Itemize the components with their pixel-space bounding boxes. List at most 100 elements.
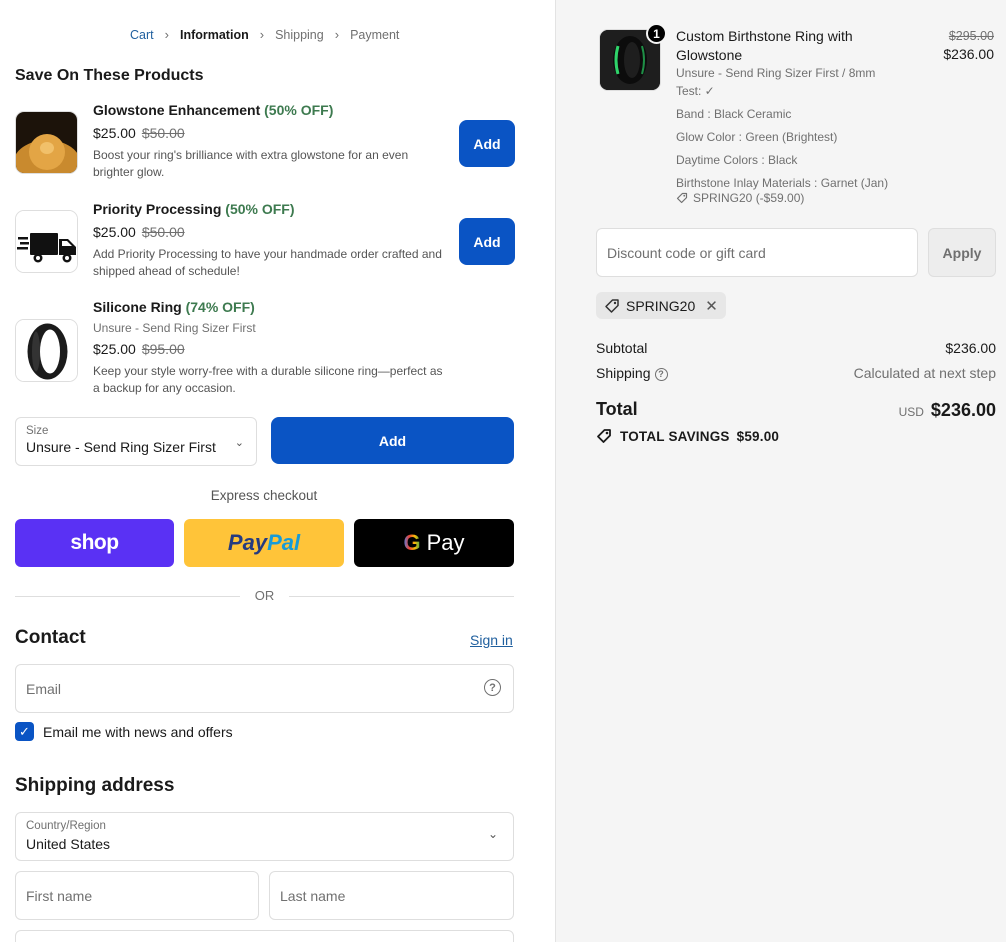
- tag-icon: [597, 429, 611, 443]
- upsell-prices: $25.00 $50.00: [93, 224, 448, 240]
- upsell-price: $25.00: [93, 341, 136, 357]
- upsell-info: Priority Processing (50% OFF) $25.00 $50.…: [93, 201, 448, 279]
- address-field[interactable]: [15, 930, 514, 942]
- checkout-main: Cart › Information › Shipping › Payment …: [0, 0, 555, 942]
- total-value: $236.00: [930, 400, 996, 420]
- upsell-description: Keep your style worry-free with a durabl…: [93, 364, 443, 395]
- add-priority-button[interactable]: Add: [459, 218, 515, 265]
- total-savings: TOTAL SAVINGS $59.00: [596, 428, 779, 444]
- breadcrumb-shipping: Shipping: [275, 27, 324, 42]
- shipping-row: Shipping? Calculated at next step: [596, 365, 996, 381]
- newsletter-label: Email me with news and offers: [43, 723, 233, 740]
- help-icon[interactable]: ?: [654, 367, 668, 381]
- chevron-down-icon: ⌄: [487, 827, 498, 841]
- paypal-logo-pay: Pay: [227, 530, 268, 555]
- total-row: Total USD $236.00: [596, 399, 996, 420]
- first-name-placeholder: First name: [26, 888, 93, 904]
- shop-pay-button[interactable]: shop: [15, 519, 174, 567]
- product-discount-text: SPRING20 (-$59.00): [693, 191, 805, 205]
- divider-line: [289, 596, 514, 597]
- google-pay-label: Pay: [426, 530, 465, 555]
- product-band: Band : Black Ceramic: [676, 107, 792, 121]
- total-amount: USD $236.00: [899, 400, 996, 421]
- product-test: Test: ✓: [676, 84, 715, 98]
- truck-icon: [15, 210, 78, 273]
- silicone-ring-image: [15, 319, 78, 382]
- chevron-down-icon: ⌄: [234, 437, 244, 449]
- shipping-address-heading: Shipping address: [15, 775, 175, 796]
- discount-code-placeholder: Discount code or gift card: [607, 245, 766, 261]
- upsell-name: Priority Processing: [93, 201, 222, 217]
- first-name-field[interactable]: First name: [15, 871, 259, 920]
- upsell-discount: (50% OFF): [225, 201, 295, 217]
- add-glowstone-button[interactable]: Add: [459, 120, 515, 167]
- product-variant: Unsure - Send Ring Sizer First / 8mm: [676, 66, 876, 80]
- upsell-item-glowstone: Glowstone Enhancement (50% OFF) $25.00 $5…: [15, 102, 515, 192]
- tag-icon: [676, 192, 688, 204]
- upsell-compare-price: $50.00: [141, 224, 185, 240]
- or-divider: OR: [15, 588, 514, 604]
- country-value: United States: [26, 836, 111, 852]
- upsell-info: Glowstone Enhancement (50% OFF) $25.00 $5…: [93, 102, 448, 180]
- product-glow: Glow Color : Green (Brightest): [676, 130, 838, 144]
- upsell-title: Priority Processing (50% OFF): [93, 201, 448, 217]
- applied-code-label: SPRING20: [626, 297, 696, 314]
- email-field[interactable]: Email ?: [15, 664, 514, 713]
- currency-code: USD: [898, 405, 924, 419]
- upsell-title: Silicone Ring (74% OFF): [93, 299, 448, 315]
- total-label: Total: [596, 399, 638, 419]
- discount-code-input[interactable]: Discount code or gift card: [596, 228, 918, 277]
- product-price: $236.00: [943, 46, 994, 62]
- upsell-info: Silicone Ring (74% OFF) Unsure - Send Ri…: [93, 299, 448, 396]
- savings-label: TOTAL SAVINGS: [620, 428, 730, 444]
- upsell-compare-price: $50.00: [141, 125, 185, 141]
- shop-pay-logo: shop: [70, 531, 119, 554]
- chevron-right-icon: ›: [259, 27, 265, 42]
- upsell-prices: $25.00 $95.00: [93, 341, 448, 357]
- applied-code-chip: SPRING20 ✕: [596, 292, 726, 319]
- product-compare-price: $295.00: [948, 29, 994, 43]
- breadcrumb-payment: Payment: [350, 27, 400, 42]
- country-select[interactable]: Country/Region United States ⌄: [15, 812, 514, 861]
- email-placeholder: Email: [26, 681, 62, 697]
- chevron-right-icon: ›: [334, 27, 340, 42]
- upsell-description: Boost your ring's brilliance with extra …: [93, 148, 409, 179]
- product-daytime: Daytime Colors : Black: [676, 153, 798, 167]
- size-value: Unsure - Send Ring Sizer First: [26, 439, 216, 455]
- shipping-value: Calculated at next step: [853, 365, 996, 381]
- add-silicone-button[interactable]: Add: [271, 417, 514, 464]
- shipping-label: Shipping: [596, 365, 651, 381]
- upsell-price: $25.00: [93, 125, 136, 141]
- help-icon[interactable]: ?: [484, 679, 501, 696]
- newsletter-checkbox[interactable]: ✓: [15, 722, 34, 741]
- size-label: Size: [26, 425, 49, 437]
- upsell-description: Add Priority Processing to have your han…: [93, 247, 442, 278]
- sign-in-link[interactable]: Sign in: [470, 632, 513, 648]
- upsell-discount: (74% OFF): [185, 299, 255, 315]
- upsell-prices: $25.00 $50.00: [93, 125, 448, 141]
- upsell-title: Glowstone Enhancement (50% OFF): [93, 102, 448, 118]
- close-icon[interactable]: ✕: [705, 297, 718, 315]
- order-summary: 1 Custom Birthstone Ring with Glowstone …: [555, 0, 1006, 942]
- newsletter-option[interactable]: ✓ Email me with news and offers: [15, 722, 233, 741]
- quantity-badge: 1: [646, 23, 667, 44]
- paypal-button[interactable]: Pay Pal: [184, 519, 344, 567]
- last-name-field[interactable]: Last name: [269, 871, 514, 920]
- paypal-logo-pal: Pal: [267, 530, 301, 555]
- upsell-name: Silicone Ring: [93, 299, 182, 315]
- breadcrumb-cart[interactable]: Cart: [130, 28, 154, 42]
- savings-value: $59.00: [736, 428, 780, 444]
- breadcrumb-information: Information: [179, 27, 249, 42]
- chevron-right-icon: ›: [164, 27, 169, 42]
- size-select[interactable]: Size Unsure - Send Ring Sizer First ⌄: [15, 417, 257, 466]
- google-pay-button[interactable]: G Pay: [354, 519, 514, 567]
- product-image: 1: [599, 23, 667, 91]
- upsell-heading: Save On These Products: [15, 67, 204, 84]
- upsell-price: $25.00: [93, 224, 136, 240]
- apply-button[interactable]: Apply: [928, 228, 996, 277]
- google-g-icon: G: [403, 530, 421, 555]
- product-discount: SPRING20 (-$59.00): [676, 191, 804, 205]
- upsell-item-silicone: Silicone Ring (74% OFF) Unsure - Send Ri…: [15, 299, 515, 409]
- product-inlay: Birthstone Inlay Materials : Garnet (Jan…: [676, 176, 889, 190]
- subtotal-row: Subtotal $236.00: [596, 340, 996, 356]
